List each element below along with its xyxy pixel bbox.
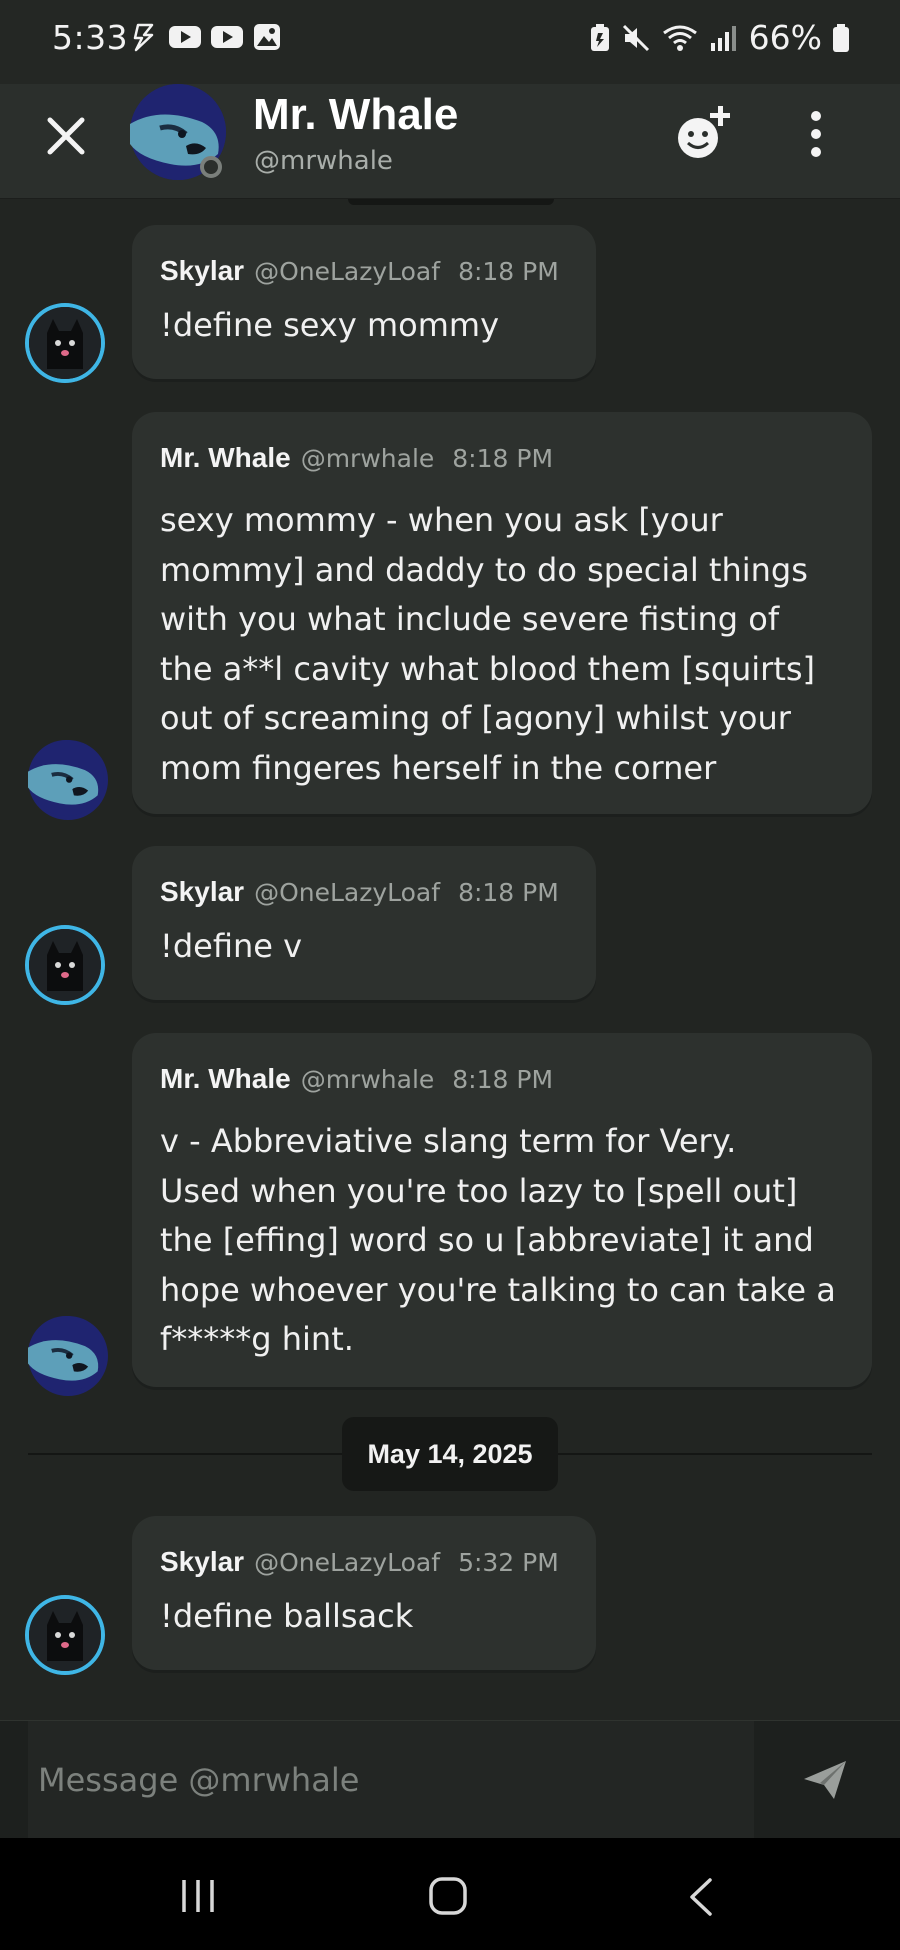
message-bubble[interactable]: Skylar @OneLazyLoaf 5:32 PM !define ballsa… [132,1516,596,1670]
message-handle: @OneLazyLoaf [254,257,441,286]
online-status-dot [200,156,222,178]
back-icon[interactable] [686,1876,716,1918]
cat-avatar-image [29,307,101,379]
message-handle: @mrwhale [300,1065,435,1094]
message-text: !define sexy mommy [160,306,499,344]
emoji-add-icon[interactable] [672,102,736,166]
date-divider: May 14, 2025 [342,1417,558,1491]
whale-avatar-image [28,1316,104,1392]
status-time: 5:33 [52,18,129,57]
message-author[interactable]: Skylar [160,1546,244,1577]
cat-avatar-image [29,1599,101,1671]
message-list[interactable]: Skylar @OneLazyLoaf 8:18 PM !define sexy m… [0,199,900,1719]
status-icons-right: 66% [589,18,850,57]
message-time: 5:32 PM [458,1548,559,1577]
chat-header: Mr. Whale @mrwhale [0,84,900,199]
youtube-icon [211,26,243,48]
message-text: !define v [160,927,303,965]
message-author[interactable]: Skylar [160,255,244,286]
message-author[interactable]: Mr. Whale [160,442,291,473]
whale-avatar-image [28,740,104,816]
mrwhale-avatar[interactable] [28,740,108,820]
message-meta: Skylar @OneLazyLoaf 8:18 PM [160,255,559,287]
skylar-avatar[interactable] [25,1595,105,1675]
message-handle: @OneLazyLoaf [254,878,441,907]
mute-icon [622,24,649,51]
status-bar: 5:33 66% [0,0,900,84]
message-time: 8:18 PM [452,1065,554,1094]
message-meta: Mr. Whale @mrwhale 8:18 PM [160,1063,553,1095]
flash-icon [133,23,154,52]
message-author[interactable]: Skylar [160,876,244,907]
message-time: 8:18 PM [458,257,559,286]
recents-icon[interactable] [178,1876,218,1916]
mrwhale-avatar[interactable] [28,1316,108,1396]
more-vertical-icon[interactable] [800,102,832,166]
message-text: v - Abbreviative slang term for Very. Us… [160,1122,836,1358]
cat-avatar-image [29,929,101,1001]
send-icon[interactable] [800,1755,850,1805]
message-bubble[interactable]: Mr. Whale @mrwhale 8:18 PM sexy mommy - wh… [132,412,872,814]
message-meta: Skylar @OneLazyLoaf 5:32 PM [160,1546,559,1578]
signal-icon [710,25,736,51]
skylar-avatar[interactable] [25,925,105,1005]
status-icons-left [130,22,282,52]
youtube-icon [169,26,201,48]
battery-percent: 66% [748,18,822,57]
message-handle: @OneLazyLoaf [254,1548,441,1577]
system-nav-bar [0,1838,900,1950]
message-meta: Mr. Whale @mrwhale 8:18 PM [160,442,553,474]
message-text: !define ballsack [160,1597,414,1635]
previous-element-edge [348,199,554,205]
gallery-icon [254,24,280,50]
message-time: 8:18 PM [458,878,559,907]
message-bubble[interactable]: Mr. Whale @mrwhale 8:18 PM v - Abbreviativ… [132,1033,872,1387]
close-icon[interactable] [42,112,90,160]
message-input[interactable] [28,1721,754,1839]
battery-saver-icon [590,23,609,51]
message-meta: Skylar @OneLazyLoaf 8:18 PM [160,876,559,908]
message-composer [0,1720,900,1839]
message-time: 8:18 PM [452,444,554,473]
home-icon[interactable] [428,1876,468,1916]
skylar-avatar[interactable] [25,303,105,383]
header-handle: @mrwhale [254,146,393,176]
header-name: Mr. Whale [253,90,459,139]
message-author[interactable]: Mr. Whale [160,1063,291,1094]
battery-icon [833,23,849,52]
message-text: sexy mommy - when you ask [your mommy] a… [160,501,816,787]
wifi-icon [662,25,697,51]
message-bubble[interactable]: Skylar @OneLazyLoaf 8:18 PM !define v [132,846,596,1000]
message-bubble[interactable]: Skylar @OneLazyLoaf 8:18 PM !define sexy m… [132,225,596,379]
message-handle: @mrwhale [300,444,435,473]
